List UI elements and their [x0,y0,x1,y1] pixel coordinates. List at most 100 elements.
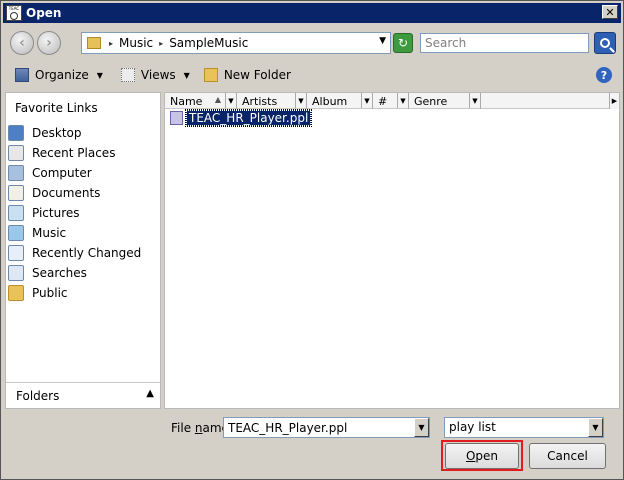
pictures-icon [8,205,24,221]
cancel-button[interactable]: Cancel [529,443,606,469]
file-type-filter[interactable]: play list [444,417,604,438]
sidebar-item-public[interactable]: Public [6,283,160,303]
documents-icon [8,185,24,201]
sidebar-item-label: Music [32,226,67,240]
breadcrumb-separator-icon[interactable]: ▸ [159,39,163,48]
search-icon [600,38,610,48]
file-name-label-accelerator: n [194,421,203,435]
search-button[interactable] [594,32,616,54]
navigation-pane: Favorite Links Desktop Recent Places Com… [5,92,161,409]
chevron-down-icon[interactable]: ▼ [225,93,236,108]
back-button[interactable]: ‹ [10,31,34,55]
sidebar-item-recently-changed[interactable]: Recently Changed [6,243,160,263]
column-header-artists[interactable]: Artists ▼ [237,93,307,109]
chevron-down-icon[interactable]: ▼ [361,93,372,108]
organize-label: Organize [35,68,89,82]
new-folder-icon [203,68,218,82]
breadcrumb[interactable]: ▸ Music ▸ SampleMusic ▼ [81,32,391,54]
sidebar-item-label: Computer [32,166,92,180]
sidebar-item-desktop[interactable]: Desktop [6,123,160,143]
chevron-down-icon: ▼ [96,70,103,80]
views-icon [120,68,135,82]
column-header-track-number[interactable]: # ▼ [373,93,409,109]
chevron-down-icon[interactable]: ▼ [469,93,480,108]
breadcrumb-item-music[interactable]: Music [119,36,153,50]
file-type-dropdown-button[interactable]: ▼ [588,418,603,437]
column-header-label: Album [312,94,348,108]
sidebar-item-music[interactable]: Music [6,223,160,243]
searches-icon [8,265,24,281]
playlist-file-icon [170,111,183,125]
open-button-accelerator: O [465,449,476,463]
refresh-icon: ↻ [397,36,409,50]
sidebar-item-searches[interactable]: Searches [6,263,160,283]
folders-toggle[interactable]: Folders ▲ [6,382,160,408]
folder-icon [87,37,101,49]
music-icon [8,225,24,241]
breadcrumb-item-samplemusic[interactable]: SampleMusic [169,36,248,50]
sidebar-item-label: Recently Changed [32,246,142,260]
forward-button[interactable]: › [37,31,61,55]
recently-changed-icon [8,245,24,261]
sidebar-item-pictures[interactable]: Pictures [6,203,160,223]
open-dialog: TEAC Open ✕ ‹ › ▸ Music ▸ SampleMusic ▼ … [0,0,624,480]
file-name[interactable]: TEAC_HR_Player.ppl [184,109,313,127]
address-row: ‹ › ▸ Music ▸ SampleMusic ▼ ↻ [1,25,623,61]
column-header-album[interactable]: Album ▼ [307,93,373,109]
cancel-button-label: Cancel [547,449,588,463]
close-icon: ✕ [605,5,615,19]
refresh-button[interactable]: ↻ [393,33,413,53]
file-type-filter-value: play list [449,420,496,434]
file-name-dropdown-button[interactable]: ▼ [414,418,429,437]
chevron-down-icon: ▼ [592,423,599,432]
sidebar-item-label: Documents [32,186,101,200]
sidebar-item-computer[interactable]: Computer [6,163,160,183]
file-list: Name ▲ ▼ Artists ▼ Album ▼ # ▼ Genre ▼ ▶ [164,92,620,409]
file-item[interactable]: TEAC_HR_Player.ppl [170,109,313,127]
sidebar-item-label: Searches [32,266,87,280]
views-label: Views [140,68,176,82]
teac-app-icon: TEAC [6,5,22,21]
views-button[interactable]: Views ▼ [120,68,190,82]
column-header-label: Artists [242,94,278,108]
scroll-right-button[interactable]: ▶ [609,93,619,109]
search-input[interactable] [420,33,589,53]
column-header-name[interactable]: Name ▲ ▼ [165,93,237,109]
close-button[interactable]: ✕ [602,5,618,19]
title-bar: TEAC Open ✕ [3,3,621,23]
chevron-down-icon[interactable]: ▼ [295,93,306,108]
chevron-right-icon: ▶ [611,97,618,105]
column-header-label: Name [170,94,203,108]
organize-icon [15,68,29,82]
file-name-field[interactable] [223,417,430,438]
folders-label: Folders [16,388,60,403]
breadcrumb-separator-icon[interactable]: ▸ [109,39,113,48]
sidebar-item-recent-places[interactable]: Recent Places [6,143,160,163]
chevron-down-icon[interactable]: ▼ [397,93,408,108]
chevron-down-icon[interactable]: ▼ [379,36,386,46]
chevron-down-icon[interactable]: ▼ [184,71,190,80]
column-headers: Name ▲ ▼ Artists ▼ Album ▼ # ▼ Genre ▼ ▶ [165,93,619,109]
open-button-label: pen [475,449,499,463]
open-button[interactable]: Open [445,443,519,469]
file-name-label-prefix: File [171,421,195,435]
sidebar-item-label: Recent Places [32,146,116,160]
app-icon-text: TEAC [8,6,20,11]
public-folder-icon [8,285,24,301]
help-icon: ? [600,68,608,82]
favorite-links-list: Desktop Recent Places Computer Documents… [6,123,160,303]
desktop-icon [8,125,24,141]
new-folder-button[interactable]: New Folder [203,68,291,82]
app-icon-dial [10,12,18,20]
organize-button[interactable]: Organize ▼ [15,68,103,82]
new-folder-label: New Folder [223,68,291,82]
column-header-label: # [378,94,388,108]
help-button[interactable]: ? [596,67,612,83]
arrow-right-icon: › [46,35,52,51]
computer-icon [8,165,24,181]
sidebar-item-label: Public [32,286,68,300]
column-header-genre[interactable]: Genre ▼ [409,93,481,109]
sort-up-icon: ▲ [214,95,221,104]
sidebar-item-documents[interactable]: Documents [6,183,160,203]
toolbar: Organize ▼ Views ▼ New Folder ? [1,61,623,89]
